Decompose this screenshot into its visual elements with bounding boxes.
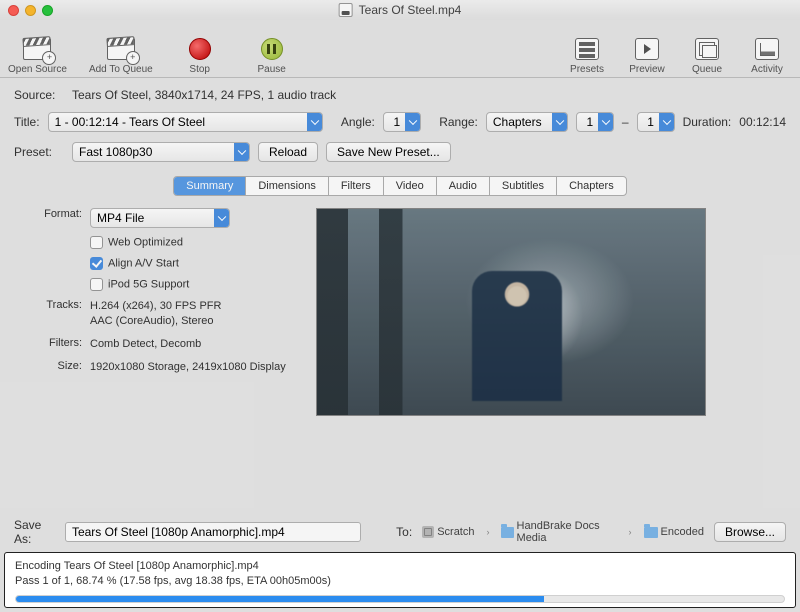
- size-value: 1920x1080 Storage, 2419x1080 Display: [90, 360, 286, 375]
- preview-icon: [635, 38, 659, 60]
- folder-icon: [501, 527, 513, 538]
- pause-icon: [261, 38, 283, 60]
- angle-select[interactable]: 1: [383, 112, 421, 132]
- folder-icon: [644, 527, 658, 538]
- format-select[interactable]: MP4 File: [90, 208, 230, 228]
- preset-label: Preset:: [14, 145, 64, 159]
- path-docs-media[interactable]: HandBrake Docs Media: [501, 520, 616, 544]
- tab-dimensions[interactable]: Dimensions: [246, 177, 328, 195]
- presets-button[interactable]: Presets: [562, 24, 612, 75]
- toolbar: Open Source Add To Queue Stop Pause Pres…: [0, 20, 800, 78]
- tabs: Summary Dimensions Filters Video Audio S…: [14, 176, 786, 196]
- reload-button[interactable]: Reload: [258, 142, 318, 162]
- summary-panel: Format: MP4 File Web Optimized Align A/V…: [14, 208, 786, 416]
- angle-label: Angle:: [341, 115, 375, 129]
- presets-icon: [575, 38, 599, 60]
- tab-audio[interactable]: Audio: [437, 177, 490, 195]
- window-filename: Tears Of Steel.mp4: [359, 3, 462, 17]
- progress-panel: Encoding Tears Of Steel [1080p Anamorphi…: [4, 552, 796, 608]
- stop-icon: [189, 38, 211, 60]
- close-window-button[interactable]: [8, 5, 19, 16]
- queue-icon: [695, 38, 719, 60]
- window-title: Tears Of Steel.mp4: [339, 3, 462, 17]
- tab-chapters[interactable]: Chapters: [557, 177, 626, 195]
- range-type-select[interactable]: Chapters: [486, 112, 568, 132]
- filters-value: Comb Detect, Decomb: [90, 337, 201, 352]
- title-label: Title:: [14, 115, 40, 129]
- title-select[interactable]: 1 - 00:12:14 - Tears Of Steel: [48, 112, 323, 132]
- preset-select[interactable]: Fast 1080p30: [72, 142, 250, 162]
- filters-label: Filters:: [34, 337, 82, 352]
- chevron-right-icon: ›: [629, 527, 632, 537]
- preview-pane[interactable]: [316, 208, 706, 416]
- browse-button[interactable]: Browse...: [714, 522, 786, 542]
- size-label: Size:: [34, 360, 82, 375]
- save-new-preset-button[interactable]: Save New Preset...: [326, 142, 451, 162]
- window-controls: [8, 5, 53, 16]
- minimize-window-button[interactable]: [25, 5, 36, 16]
- activity-button[interactable]: Activity: [742, 24, 792, 75]
- source-row: Source: Tears Of Steel, 3840x1714, 24 FP…: [14, 88, 786, 102]
- title-row: Title: 1 - 00:12:14 - Tears Of Steel Ang…: [14, 112, 786, 132]
- stop-button[interactable]: Stop: [175, 24, 225, 75]
- range-label: Range:: [439, 115, 478, 129]
- web-optimized-label: Web Optimized: [108, 236, 183, 248]
- save-as-input[interactable]: [65, 522, 361, 542]
- path-encoded[interactable]: Encoded: [644, 526, 704, 538]
- title-bar: Tears Of Steel.mp4: [0, 0, 800, 20]
- range-sep: –: [622, 115, 629, 129]
- progress-line1: Encoding Tears Of Steel [1080p Anamorphi…: [15, 559, 785, 574]
- zoom-window-button[interactable]: [42, 5, 53, 16]
- format-label: Format:: [34, 208, 82, 228]
- tab-subtitles[interactable]: Subtitles: [490, 177, 557, 195]
- clapper-icon: [23, 38, 51, 60]
- progress-bar: [15, 595, 785, 603]
- chevron-right-icon: ›: [486, 527, 489, 537]
- tracks-value: H.264 (x264), 30 FPS PFR AAC (CoreAudio)…: [90, 299, 221, 329]
- progress-bar-fill: [16, 596, 544, 602]
- source-value: Tears Of Steel, 3840x1714, 24 FPS, 1 aud…: [72, 88, 336, 102]
- tab-summary[interactable]: Summary: [174, 177, 246, 195]
- web-optimized-checkbox[interactable]: [90, 236, 103, 249]
- source-label: Source:: [14, 88, 64, 102]
- add-to-queue-button[interactable]: Add To Queue: [89, 24, 153, 75]
- content-area: Source: Tears Of Steel, 3840x1714, 24 FP…: [0, 78, 800, 612]
- ipod-5g-checkbox[interactable]: [90, 278, 103, 291]
- to-label: To:: [396, 525, 412, 539]
- range-to-select[interactable]: 1: [637, 112, 675, 132]
- file-icon: [339, 3, 353, 17]
- disk-icon: [422, 526, 434, 538]
- duration-value: 00:12:14: [739, 115, 786, 129]
- open-source-button[interactable]: Open Source: [8, 24, 67, 75]
- pause-button[interactable]: Pause: [247, 24, 297, 75]
- progress-line2: Pass 1 of 1, 68.74 % (17.58 fps, avg 18.…: [15, 574, 785, 589]
- ipod-5g-label: iPod 5G Support: [108, 278, 189, 290]
- queue-button[interactable]: Queue: [682, 24, 732, 75]
- preset-row: Preset: Fast 1080p30 Reload Save New Pre…: [14, 142, 786, 162]
- clapper-plus-icon: [107, 38, 135, 60]
- preview-button[interactable]: Preview: [622, 24, 672, 75]
- preview-image: [472, 271, 562, 401]
- activity-icon: [755, 38, 779, 60]
- save-as-label: Save As:: [14, 518, 55, 546]
- tab-filters[interactable]: Filters: [329, 177, 384, 195]
- save-as-row: Save As: To: Scratch › HandBrake Docs Me…: [14, 510, 786, 552]
- align-av-label: Align A/V Start: [108, 257, 179, 269]
- align-av-checkbox[interactable]: [90, 257, 103, 270]
- tracks-label: Tracks:: [34, 299, 82, 329]
- range-from-select[interactable]: 1: [576, 112, 614, 132]
- path-scratch[interactable]: Scratch: [422, 526, 474, 538]
- duration-label: Duration:: [683, 115, 732, 129]
- tab-video[interactable]: Video: [384, 177, 437, 195]
